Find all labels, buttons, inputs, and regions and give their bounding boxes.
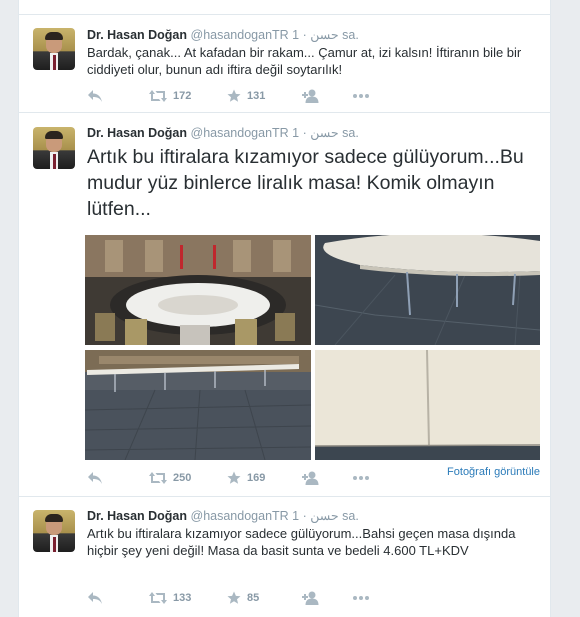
author-name[interactable]: Dr. Hasan Doğan [87, 126, 187, 140]
follow-button[interactable] [302, 590, 320, 606]
author-handle[interactable]: @hasandoganTR [191, 28, 289, 42]
tweet-header: Dr. Hasan Doğan @hasandoganTR حسن · 1 sa… [87, 126, 359, 140]
favorite-button[interactable]: 131 [227, 88, 265, 104]
more-button[interactable] [352, 470, 370, 486]
tweet-header: Dr. Hasan Doğan @hasandoganTR حسن · 1 sa… [87, 28, 359, 42]
avatar[interactable] [33, 28, 75, 70]
star-icon [227, 591, 241, 604]
retweet-icon [149, 592, 167, 604]
author-arabic-name: حسن [310, 126, 339, 140]
tweet[interactable]: Dr. Hasan Doğan @hasandoganTR حسن · 1 sa… [19, 497, 550, 617]
avatar[interactable] [33, 510, 75, 552]
tweet-header: Dr. Hasan Doğan @hasandoganTR حسن · 1 sa… [87, 509, 359, 523]
author-handle[interactable]: @hasandoganTR [191, 126, 289, 140]
follow-button[interactable] [302, 88, 320, 104]
tweet-actions: 133 85 [87, 590, 387, 606]
reply-icon [88, 592, 102, 604]
star-icon [227, 471, 241, 484]
retweet-button[interactable]: 172 [149, 88, 191, 104]
retweet-icon [149, 90, 167, 102]
reply-icon [88, 90, 102, 102]
favorite-count: 131 [247, 90, 266, 102]
more-icon [353, 476, 369, 480]
previous-tweet-edge [19, 0, 550, 15]
more-button[interactable] [352, 88, 370, 104]
star-icon [227, 89, 241, 102]
favorite-count: 169 [247, 472, 266, 484]
favorite-count: 85 [247, 592, 260, 604]
reply-button[interactable] [87, 88, 103, 104]
tweet[interactable]: Dr. Hasan Doğan @hasandoganTR حسن · 1 sa… [19, 113, 550, 497]
retweet-count: 133 [173, 592, 192, 604]
avatar[interactable] [33, 127, 75, 169]
retweet-count: 172 [173, 90, 192, 102]
favorite-button[interactable]: 169 [227, 470, 265, 486]
retweet-icon [149, 472, 167, 484]
author-name[interactable]: Dr. Hasan Doğan [87, 509, 187, 523]
photo-2[interactable] [315, 235, 540, 345]
reply-button[interactable] [87, 470, 103, 486]
tweet-text: Artık bu iftiralara kızamıyor sadece gül… [87, 526, 516, 558]
photo-4[interactable] [315, 350, 540, 460]
retweet-button[interactable]: 133 [149, 590, 191, 606]
timeline: Dr. Hasan Doğan @hasandoganTR حسن · 1 sa… [18, 0, 551, 617]
author-handle[interactable]: @hasandoganTR [191, 509, 289, 523]
author-arabic-name: حسن [310, 28, 339, 42]
more-button[interactable] [352, 590, 370, 606]
tweet-text: Bardak, çanak... At kafadan bir rakam...… [87, 45, 522, 77]
tweet[interactable]: Dr. Hasan Doğan @hasandoganTR حسن · 1 sa… [19, 15, 550, 113]
favorite-button[interactable]: 85 [227, 590, 259, 606]
retweet-count: 250 [173, 472, 192, 484]
follow-icon [302, 471, 319, 485]
photo-3[interactable] [85, 350, 311, 460]
follow-button[interactable] [302, 470, 320, 486]
more-icon [353, 94, 369, 98]
view-photo-link[interactable]: Fotoğrafı görüntüle [447, 466, 540, 478]
reply-icon [88, 472, 102, 484]
tweet-actions: 172 131 [87, 88, 387, 104]
tweet-actions: 250 169 [87, 470, 387, 486]
author-name[interactable]: Dr. Hasan Doğan [87, 28, 187, 42]
photo-grid [85, 235, 540, 460]
retweet-button[interactable]: 250 [149, 470, 191, 486]
reply-button[interactable] [87, 590, 103, 606]
follow-icon [302, 89, 319, 103]
more-icon [353, 596, 369, 600]
author-arabic-name: حسن [310, 509, 339, 523]
tweet-text: Artık bu iftiralara kızamıyor sadece gül… [87, 146, 524, 220]
follow-icon [302, 591, 319, 605]
photo-1[interactable] [85, 235, 311, 345]
